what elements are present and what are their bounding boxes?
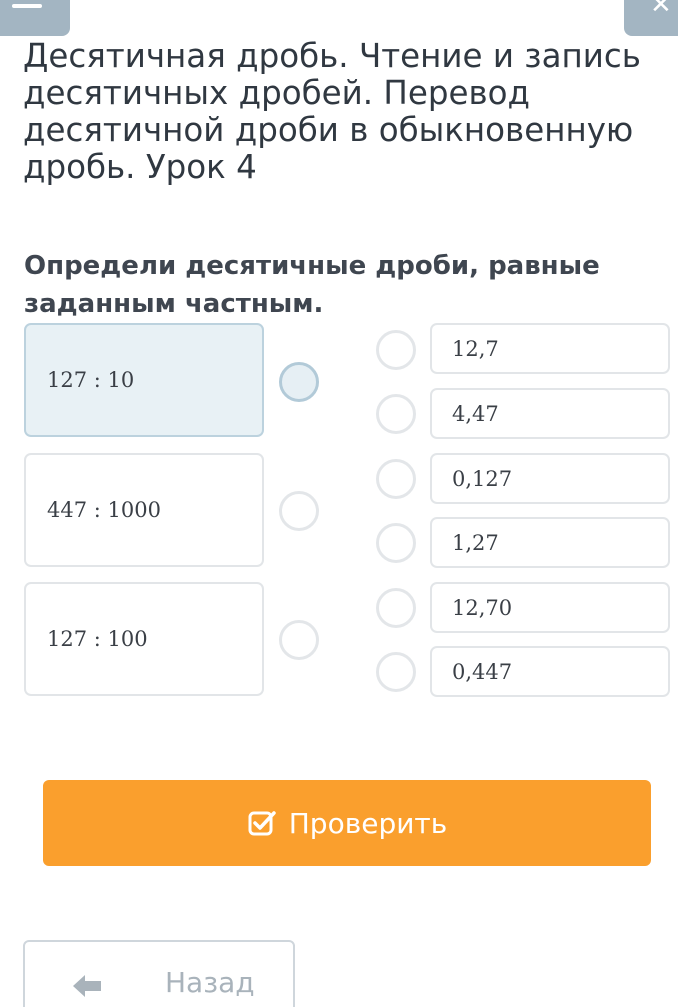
answer-connector[interactable] [376, 459, 416, 499]
answer-label: 12,70 [452, 595, 513, 620]
answer-label: 0,447 [452, 659, 513, 684]
answer-connector[interactable] [376, 523, 416, 563]
back-button-label: Назад [165, 966, 255, 999]
answer-card[interactable]: 0,447 [430, 646, 670, 697]
quotient-connector[interactable] [279, 491, 319, 531]
answer-card[interactable]: 12,7 [430, 323, 670, 374]
answer-label: 4,47 [452, 401, 499, 426]
close-button[interactable]: ✕ [624, 0, 678, 36]
answer-connector[interactable] [376, 394, 416, 434]
minus-icon [12, 4, 42, 8]
check-button-label: Проверить [288, 806, 448, 840]
answer-label: 0,127 [452, 466, 513, 491]
quotient-connector[interactable] [279, 620, 319, 660]
answer-card[interactable]: 4,47 [430, 388, 670, 439]
lesson-page: ✕ Десятичная дробь. Чтение и запись деся… [0, 0, 678, 1007]
back-button[interactable]: Назад [23, 940, 295, 1007]
answer-connector[interactable] [376, 588, 416, 628]
quotient-card[interactable]: 127 : 100 [24, 582, 264, 696]
answer-card[interactable]: 0,127 [430, 453, 670, 504]
answer-card[interactable]: 1,27 [430, 517, 670, 568]
answer-label: 1,27 [452, 530, 499, 555]
answer-card[interactable]: 12,70 [430, 582, 670, 633]
quotient-card[interactable]: 127 : 10 [24, 323, 264, 437]
close-icon: ✕ [650, 0, 672, 20]
answer-connector[interactable] [376, 652, 416, 692]
check-button[interactable]: Проверить [43, 780, 651, 866]
quotient-label: 127 : 10 [47, 368, 135, 392]
quotient-card[interactable]: 447 : 1000 [24, 453, 264, 567]
answer-label: 12,7 [452, 336, 499, 361]
checkbox-check-icon [248, 811, 276, 836]
task-prompt: Определи десятичные дроби, равные заданн… [24, 251, 600, 319]
minimize-button[interactable] [0, 0, 70, 36]
quotient-label: 447 : 1000 [47, 498, 161, 522]
lesson-title: Десятичная дробь. Чтение и запись десяти… [23, 37, 641, 186]
arrow-left-icon [73, 975, 101, 997]
answer-connector[interactable] [376, 330, 416, 370]
quotient-connector[interactable] [279, 362, 319, 402]
quotient-label: 127 : 100 [47, 627, 148, 651]
